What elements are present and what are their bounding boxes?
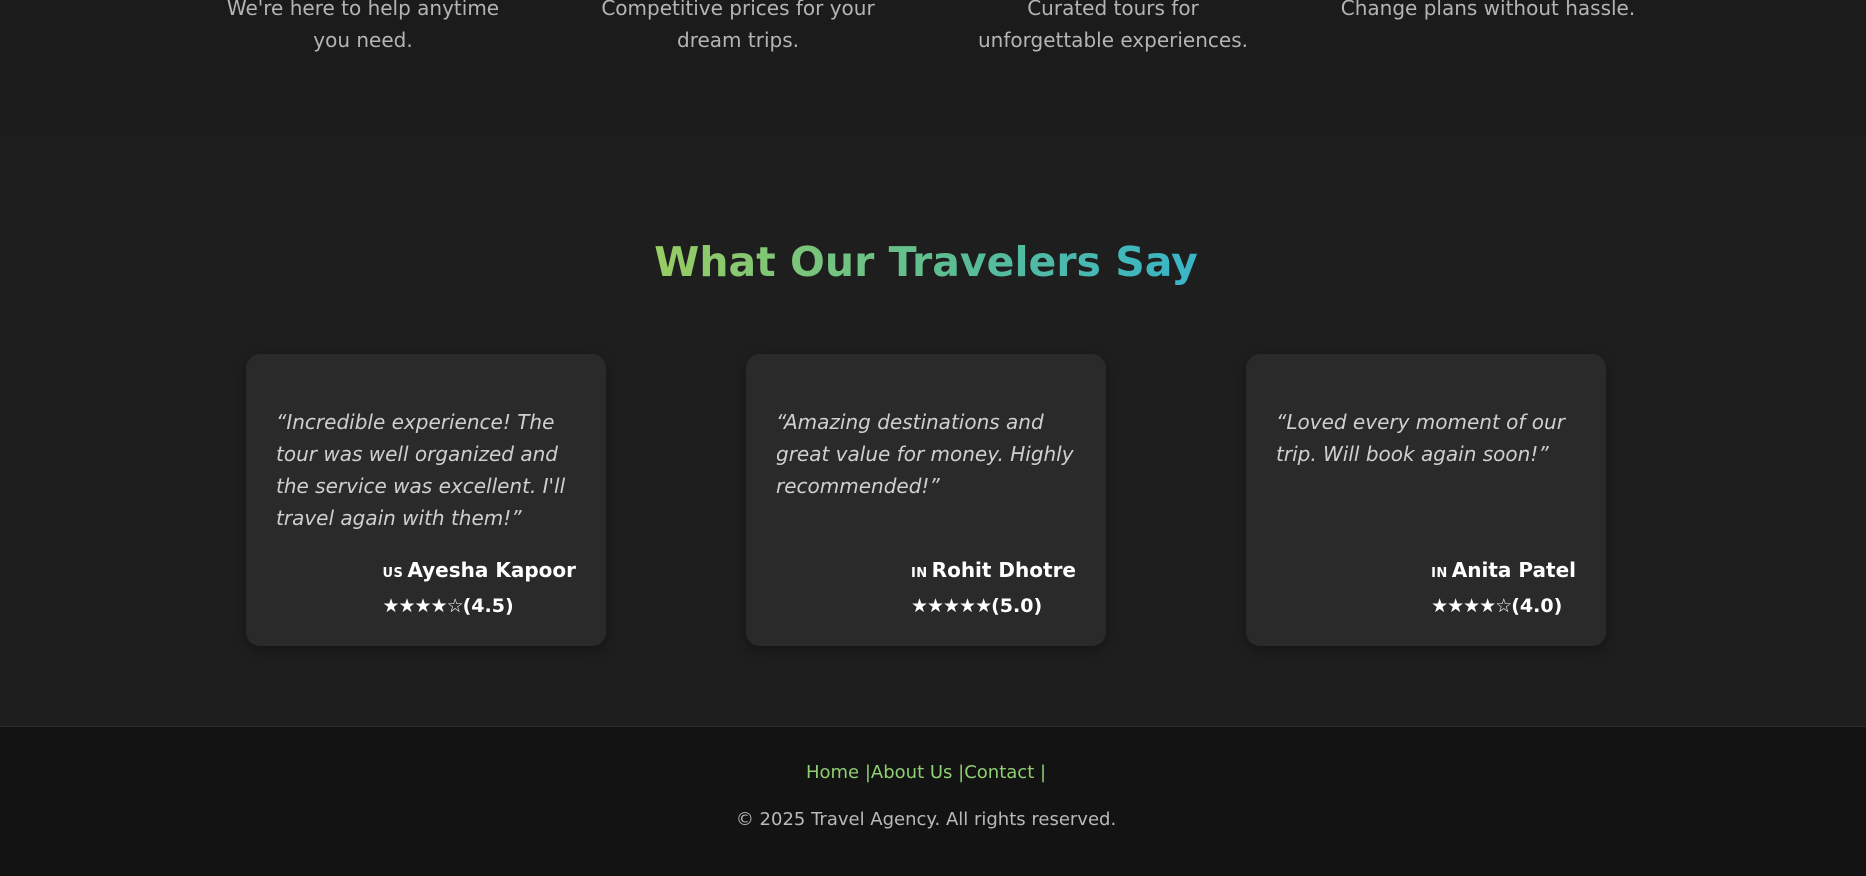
testimonial-card: “Amazing destinations and great value fo… [746, 354, 1106, 646]
testimonial-quote: “Amazing destinations and great value fo… [776, 410, 1074, 498]
author-name: US Ayesha Kapoor [382, 558, 576, 582]
stars-icon: ★★★★★ [910, 595, 992, 617]
footer-link-about[interactable]: About Us [871, 762, 953, 783]
testimonial-card: “Loved every moment of our trip. Will bo… [1246, 354, 1606, 646]
features-section: We're here to help anytime you need. Com… [0, 0, 1866, 136]
rating-score: (4.0) [1511, 595, 1563, 617]
author-name: IN Anita Patel [1431, 558, 1576, 582]
footer-separator: | [1039, 762, 1047, 783]
flag-icon: US [382, 566, 404, 581]
feature-description: We're here to help anytime you need. [226, 0, 500, 52]
flag-icon: IN [1431, 566, 1448, 581]
star-rating: ★★★★★(5.0) [911, 590, 1076, 622]
testimonial-author: IN Rohit Dhotre ★★★★★(5.0) [911, 554, 1076, 622]
feature-description: Curated tours for unforgettable experien… [978, 0, 1248, 52]
footer: Home |About Us |Contact | © 2025 Travel … [0, 726, 1866, 876]
testimonial-author: US Ayesha Kapoor ★★★★☆(4.5) [382, 554, 576, 622]
testimonial-quote: “Incredible experience! The tour was wel… [276, 410, 566, 530]
testimonial-quote: “Loved every moment of our trip. Will bo… [1276, 410, 1565, 466]
feature-description: Competitive prices for your dream trips. [601, 0, 875, 52]
stars-icon: ★★★★☆ [1431, 595, 1512, 617]
stars-icon: ★★★★☆ [382, 595, 463, 617]
footer-link-home[interactable]: Home [806, 762, 859, 783]
footer-nav: Home |About Us |Contact | [0, 759, 1852, 787]
testimonial-author: IN Anita Patel ★★★★☆(4.0) [1431, 554, 1576, 622]
star-rating: ★★★★☆(4.5) [382, 590, 576, 622]
section-title: What Our Travelers Say [654, 238, 1198, 286]
copyright-text: © 2025 Travel Agency. All rights reserve… [735, 809, 1117, 830]
testimonials-section: What Our Travelers Say “Incredible exper… [0, 136, 1866, 726]
flag-icon: IN [910, 566, 928, 581]
feature-description: Change plans without hassle. [1340, 0, 1636, 20]
rating-score: (4.5) [462, 595, 514, 617]
footer-link-contact[interactable]: Contact [964, 762, 1034, 783]
author-name: IN Rohit Dhotre [910, 558, 1076, 582]
star-rating: ★★★★☆(4.0) [1431, 590, 1576, 622]
testimonial-card: “Incredible experience! The tour was wel… [246, 354, 606, 646]
rating-score: (5.0) [991, 595, 1043, 617]
